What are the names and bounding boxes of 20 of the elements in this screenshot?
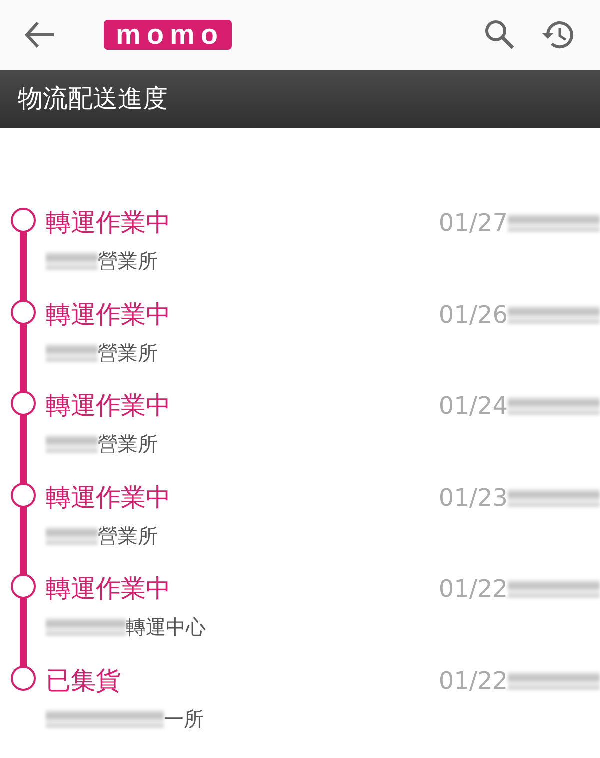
location-text: 一所 [164, 706, 204, 732]
location-text: 營業所 [98, 522, 158, 549]
brand-logo[interactable]: momo [104, 20, 232, 50]
status-text: 轉運作業中 [46, 391, 171, 422]
date-text: 01/23 [438, 482, 508, 513]
location-text: 營業所 [98, 340, 158, 366]
status-text: 已集貨 [46, 666, 121, 696]
date-text: 01/27 [438, 208, 508, 238]
location-text: 營業所 [98, 248, 158, 274]
section-title: 物流配送進度 [18, 83, 168, 116]
status-text: 轉運作業中 [46, 300, 171, 330]
date-text: 01/26 [438, 300, 508, 330]
status-text: 轉運作業中 [46, 482, 171, 513]
date-text: 01/22 [438, 574, 508, 604]
status-text: 轉運作業中 [46, 574, 171, 604]
location-text: 營業所 [98, 431, 158, 458]
date-text: 01/24 [438, 391, 508, 422]
status-text: 轉運作業中 [46, 208, 171, 238]
location-text: 轉運中心 [126, 614, 206, 640]
date-text: 01/22 [438, 666, 508, 696]
